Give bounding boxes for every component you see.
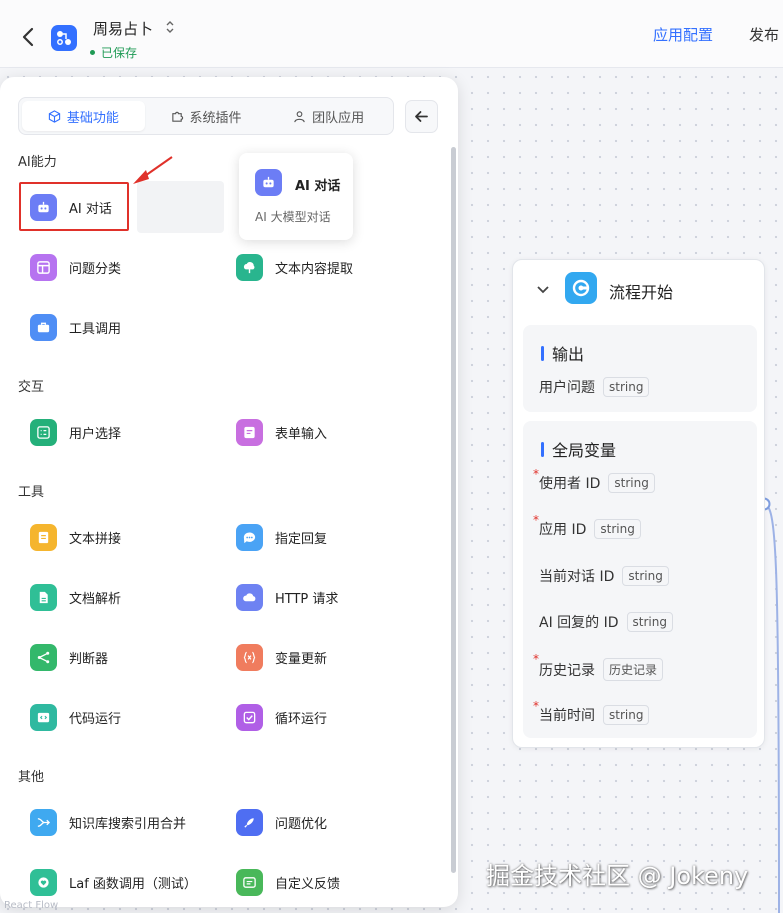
annotation-arrow-icon <box>133 156 173 184</box>
robot-icon <box>255 169 282 196</box>
tooltip-desc: AI 大模型对话 <box>255 210 331 224</box>
module-tooltip: AI 对话 AI 大模型对话 <box>239 153 353 240</box>
tooltip-title: AI 对话 <box>295 179 341 194</box>
watermark: 掘金技术社区 @ Jokeny <box>486 862 749 890</box>
react-flow-attribution[interactable]: React Flow <box>4 900 58 911</box>
